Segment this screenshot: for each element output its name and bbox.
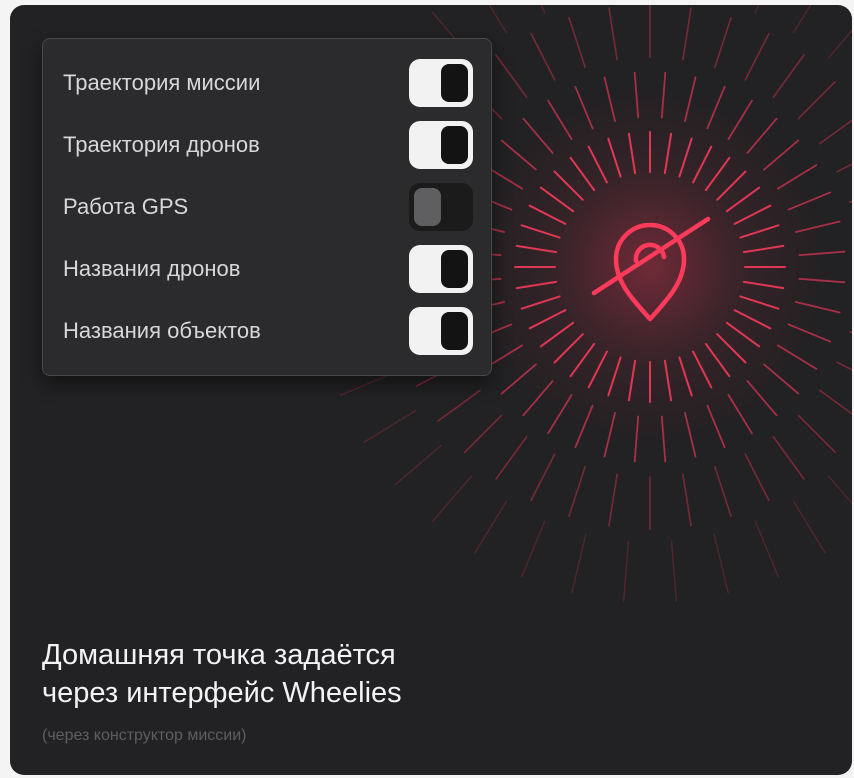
burst-ray bbox=[682, 473, 692, 527]
object-names-toggle[interactable] bbox=[409, 307, 473, 355]
burst-ray bbox=[431, 475, 473, 523]
burst-ray bbox=[682, 7, 692, 61]
burst-ray bbox=[530, 32, 556, 81]
setting-label: Траектория миссии bbox=[63, 70, 261, 95]
promo-headline: Домашняя точка задаётся через интерфейс … bbox=[42, 636, 602, 712]
location-off-icon bbox=[591, 216, 711, 322]
burst-ray bbox=[797, 414, 837, 454]
burst-ray bbox=[714, 17, 732, 69]
toggle-knob bbox=[441, 64, 468, 102]
burst-ray bbox=[836, 163, 852, 173]
drone-names-toggle[interactable] bbox=[409, 245, 473, 293]
burst-ray bbox=[670, 540, 677, 602]
burst-ray bbox=[394, 444, 442, 486]
promo-note: (через конструктор миссии) bbox=[42, 727, 247, 744]
burst-ray bbox=[754, 5, 760, 14]
burst-ray bbox=[744, 32, 770, 81]
burst-ray bbox=[827, 29, 852, 59]
burst-ray bbox=[540, 5, 546, 14]
burst-ray bbox=[772, 436, 805, 480]
feature-card: Траектория миссии Траектория дронов Рабо… bbox=[10, 5, 852, 775]
burst-ray bbox=[793, 500, 826, 554]
layer-settings-panel: Траектория миссии Траектория дронов Рабо… bbox=[42, 38, 492, 376]
burst-ray bbox=[568, 465, 586, 518]
toggle-knob bbox=[441, 126, 468, 164]
gps-toggle[interactable] bbox=[409, 183, 473, 231]
burst-ray bbox=[797, 80, 837, 120]
setting-row-mission-path: Траектория миссии bbox=[63, 58, 473, 108]
burst-ray bbox=[623, 540, 630, 602]
burst-ray bbox=[363, 410, 417, 443]
toggle-knob bbox=[441, 250, 468, 288]
burst-ray bbox=[495, 54, 528, 98]
headline-line-1: Домашняя точка задаётся bbox=[42, 639, 396, 671]
burst-ray bbox=[521, 520, 546, 578]
burst-ray bbox=[488, 5, 507, 34]
burst-ray bbox=[568, 17, 586, 69]
burst-ray bbox=[608, 473, 618, 527]
burst-ray bbox=[772, 54, 805, 98]
burst-ray bbox=[571, 533, 587, 594]
burst-ray bbox=[495, 436, 528, 480]
burst-ray bbox=[713, 533, 729, 594]
burst-ray bbox=[714, 465, 732, 518]
setting-row-drone-names: Названия дронов bbox=[63, 244, 473, 294]
drone-path-toggle[interactable] bbox=[409, 121, 473, 169]
setting-row-drone-path: Траектория дронов bbox=[63, 120, 473, 170]
burst-ray bbox=[608, 7, 618, 61]
toggle-knob bbox=[414, 188, 441, 226]
setting-row-object-names: Названия объектов bbox=[63, 306, 473, 356]
burst-ray bbox=[848, 331, 852, 334]
burst-ray bbox=[827, 475, 852, 505]
setting-label: Названия дронов bbox=[63, 256, 241, 281]
setting-row-gps: Работа GPS bbox=[63, 182, 473, 232]
mission-path-toggle[interactable] bbox=[409, 59, 473, 107]
headline-line-2: через интерфейс Wheelies bbox=[42, 677, 402, 709]
burst-ray bbox=[530, 453, 556, 502]
burst-ray bbox=[474, 500, 507, 554]
burst-ray bbox=[754, 520, 779, 578]
toggle-knob bbox=[441, 312, 468, 350]
burst-ray bbox=[819, 119, 852, 145]
burst-ray bbox=[793, 5, 812, 34]
setting-label: Траектория дронов bbox=[63, 132, 260, 157]
burst-ray bbox=[437, 389, 481, 422]
setting-label: Работа GPS bbox=[63, 194, 189, 219]
burst-ray bbox=[819, 389, 852, 415]
burst-ray bbox=[848, 200, 852, 203]
burst-ray bbox=[836, 361, 852, 371]
burst-ray bbox=[744, 453, 770, 502]
burst-ray bbox=[463, 414, 503, 454]
setting-label: Названия объектов bbox=[63, 318, 261, 343]
